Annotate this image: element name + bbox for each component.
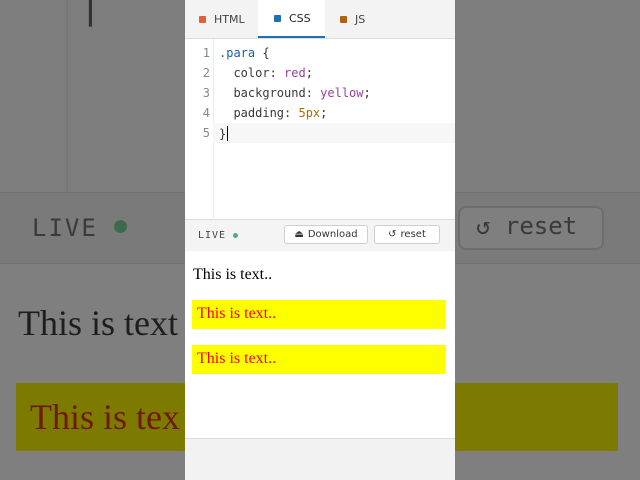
css-selector: .para xyxy=(219,46,256,60)
preview-para: This is text.. xyxy=(192,345,446,374)
css-property: color: xyxy=(219,66,285,80)
live-status-dot xyxy=(233,233,238,238)
tab-css[interactable]: CSS xyxy=(258,0,325,38)
reset-icon: ↺ xyxy=(388,229,397,240)
active-line-highlight xyxy=(213,123,455,143)
code-line[interactable]: } xyxy=(219,126,229,141)
css-property: background: xyxy=(219,86,321,100)
line-gutter: 1 2 3 4 5 xyxy=(185,39,214,218)
html-icon xyxy=(199,15,206,23)
download-label: Download xyxy=(307,229,358,240)
background-live-dot xyxy=(114,220,127,233)
tab-js[interactable]: JS xyxy=(340,0,365,38)
text-cursor xyxy=(227,126,229,141)
code-playground: HTML CSS JS 1 2 3 4 5 .para { color: red… xyxy=(185,0,455,480)
css-icon xyxy=(274,14,281,22)
css-editor[interactable]: 1 2 3 4 5 .para { color: red; background… xyxy=(185,39,455,218)
background-reset-text: ↺ reset xyxy=(476,212,577,240)
line-number: 5 xyxy=(202,126,210,140)
code-line[interactable]: color: red; xyxy=(219,66,313,80)
code-punct: { xyxy=(255,46,270,60)
code-line[interactable]: background: yellow; xyxy=(219,86,371,100)
code-punct: ; xyxy=(305,66,313,80)
background-para-text: This is tex xyxy=(30,397,180,437)
line-number: 3 xyxy=(202,86,210,100)
js-icon xyxy=(340,15,347,23)
reset-button[interactable]: ↺ reset xyxy=(374,225,440,244)
code-line[interactable]: .para { xyxy=(219,46,270,60)
panel-footer xyxy=(185,438,455,480)
css-value: 5px xyxy=(298,106,321,120)
code-line[interactable]: padding: 5px; xyxy=(219,106,327,120)
line-number: 1 xyxy=(202,46,210,60)
download-icon: ⏏ xyxy=(294,229,304,240)
tab-js-label: JS xyxy=(355,12,366,26)
background-live-label: LIVE xyxy=(32,214,98,242)
reset-icon: ↺ xyxy=(476,212,491,240)
code-punct: } xyxy=(219,127,227,141)
background-gutter-line xyxy=(66,0,68,192)
background-plain-text: This is text xyxy=(18,303,178,343)
tab-css-label: CSS xyxy=(289,11,311,25)
download-button[interactable]: ⏏ Download xyxy=(284,225,368,244)
code-punct: ; xyxy=(320,106,328,120)
line-number: 4 xyxy=(202,106,210,120)
reset-label: reset xyxy=(400,229,426,240)
preview-para: This is text.. xyxy=(192,300,446,329)
line-number: 2 xyxy=(202,66,210,80)
preview-toolbar: LIVE ⏏ Download ↺ reset xyxy=(185,219,455,252)
live-label: LIVE xyxy=(198,230,227,241)
background-reset-label: reset xyxy=(504,212,578,240)
code-punct: ; xyxy=(363,86,371,100)
background-cursor: | xyxy=(82,0,99,27)
editor-tabs: HTML CSS JS xyxy=(185,0,455,39)
css-value: yellow xyxy=(320,86,364,100)
tab-html-label: HTML xyxy=(214,12,245,26)
tab-html[interactable]: HTML xyxy=(199,0,245,38)
preview-plain-text: This is text.. xyxy=(193,266,273,283)
css-property: padding: xyxy=(219,106,299,120)
live-preview: This is text.. This is text.. This is te… xyxy=(185,251,455,437)
css-value: red xyxy=(284,66,306,80)
